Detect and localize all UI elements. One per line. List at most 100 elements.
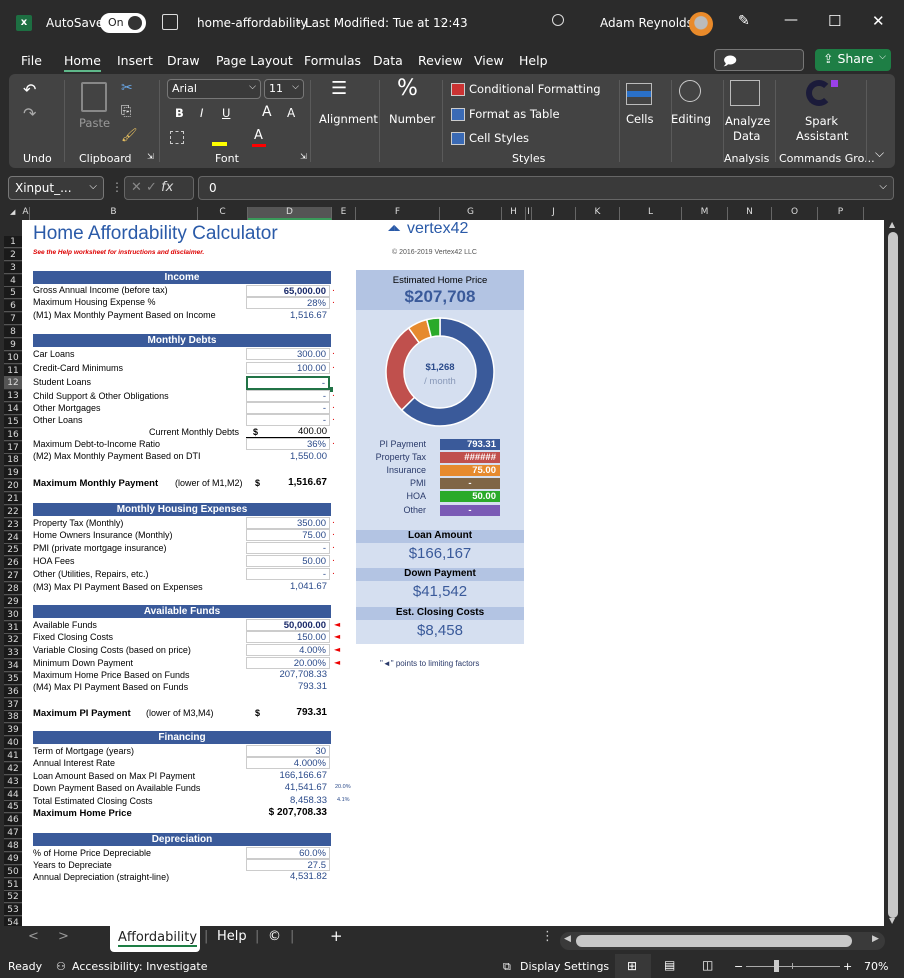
more-options-icon[interactable]: ⋮ [541,929,554,944]
row-header-4[interactable]: 4 [4,274,22,287]
row-header-51[interactable]: 51 [4,878,22,891]
maximize-button[interactable]: ☐ [828,12,841,30]
term-input[interactable]: 30 [246,745,330,757]
font-size-select[interactable]: 11 ⌵ [264,79,304,99]
document-title[interactable]: home-affordability [197,16,307,30]
row-header-17[interactable]: 17 [4,441,22,454]
row-header-39[interactable]: 39 [4,724,22,737]
borders-icon[interactable] [170,131,184,144]
row-header-12[interactable]: 12 [4,377,22,390]
analyze-data-label-1[interactable]: Analyze [725,114,770,128]
scroll-right-icon[interactable]: ▶ [872,934,879,944]
editing-button[interactable]: Editing [671,112,711,126]
add-sheet-button[interactable]: + [330,927,343,945]
pen-icon[interactable]: ✎ [738,13,750,29]
italic-button[interactable]: I [200,106,203,120]
row-header-48[interactable]: 48 [4,839,22,852]
row-header-30[interactable]: 30 [4,608,22,621]
grow-font-button[interactable]: A [262,104,272,120]
variable-closing-input[interactable]: 4.00% [246,644,330,656]
analyze-data-icon[interactable] [730,80,760,106]
vertex42-logo[interactable]: vertex42 [407,220,468,238]
cell-styles-button[interactable]: Cell Styles [469,131,529,145]
row-header-26[interactable]: 26 [4,557,22,570]
conditional-formatting-button[interactable]: Conditional Formatting [469,82,601,96]
more-options-icon[interactable]: ⋮ [111,180,123,194]
column-header-b[interactable]: B [30,207,198,220]
format-as-table-button[interactable]: Format as Table [469,107,560,121]
tab-page-layout[interactable]: Page Layout [216,53,293,68]
undo-icon[interactable]: ↶ [23,80,36,99]
row-header-29[interactable]: 29 [4,595,22,608]
search-icon[interactable] [552,14,564,26]
spark-label-2[interactable]: Assistant [796,129,848,143]
row-header-3[interactable]: 3 [4,261,22,274]
row-header-50[interactable]: 50 [4,865,22,878]
depreciable-pct-input[interactable]: 60.0% [246,847,330,859]
row-header-33[interactable]: 33 [4,647,22,660]
housing-expense-pct-input[interactable]: 28% [246,297,330,309]
row-header-37[interactable]: 37 [4,698,22,711]
column-header-f[interactable]: F [356,207,440,220]
share-button[interactable]: ⇪ Share ⌵ [815,49,891,71]
cells-button[interactable]: Cells [626,112,654,126]
other-expenses-input[interactable]: - [246,568,330,580]
other-mortgages-input[interactable]: - [246,402,330,414]
vertical-scrollbar[interactable]: ▲ ▼ [884,206,904,926]
row-header-11[interactable]: 11 [4,364,22,377]
row-header-41[interactable]: 41 [4,750,22,762]
paste-label[interactable]: Paste [79,116,110,130]
worksheet-grid[interactable]: Home Affordability Calculator See the He… [22,220,884,926]
font-color-icon[interactable]: A [254,128,263,143]
editing-search-icon[interactable] [679,80,701,102]
column-header-k[interactable]: K [576,207,620,220]
row-header-46[interactable]: 46 [4,814,22,827]
format-as-table-icon[interactable] [451,108,465,121]
autosave-toggle[interactable]: On [100,13,146,33]
zoom-in-button[interactable]: + [843,960,852,973]
row-header-53[interactable]: 53 [4,904,22,917]
select-all-button[interactable]: ◢ [10,208,15,216]
analyze-data-label-2[interactable]: Data [733,129,760,143]
cancel-icon[interactable]: ✕ [131,180,146,195]
name-box[interactable]: Xinput_... ⌵ [8,176,104,200]
paste-icon[interactable] [81,82,107,112]
row-header-19[interactable]: 19 [4,467,22,480]
row-header-16[interactable]: 16 [4,428,22,441]
chevron-down-icon[interactable]: ⌵ [879,181,887,192]
zoom-slider-thumb[interactable] [774,960,779,972]
row-header-7[interactable]: 7 [4,313,22,326]
spark-assistant-icon[interactable] [806,80,832,106]
zoom-level[interactable]: 70% [864,960,888,973]
display-settings-button[interactable]: Display Settings [520,960,609,973]
ribbon-collapse-icon[interactable]: ⌵ [875,146,884,161]
column-header-e[interactable]: E [332,207,356,220]
row-header-23[interactable]: 23 [4,518,22,531]
row-header-28[interactable]: 28 [4,582,22,595]
zoom-slider[interactable] [746,966,840,967]
user-name[interactable]: Adam Reynolds [600,16,693,30]
other-loans-input[interactable]: - [246,414,330,426]
save-icon[interactable] [162,14,178,30]
row-header-42[interactable]: 42 [4,762,22,775]
column-header-d[interactable]: D [248,207,332,220]
accessibility-icon[interactable]: ⚇ [56,960,66,973]
sheet-subtitle[interactable]: See the Help worksheet for instructions … [33,249,204,256]
row-header-6[interactable]: 6 [4,300,22,313]
column-header-p[interactable]: P [818,207,864,220]
tab-home[interactable]: Home [64,53,101,72]
column-header-a[interactable]: A [22,207,30,220]
tab-scroll-next[interactable]: > [58,929,69,944]
spark-label-1[interactable]: Spark [805,114,838,128]
column-header-j[interactable]: J [532,207,576,220]
enter-icon[interactable]: ✓ [146,180,161,195]
page-layout-view-icon[interactable]: ▤ [664,958,675,972]
accessibility-status[interactable]: Accessibility: Investigate [72,960,208,973]
comments-button[interactable]: 🗩 Comments [714,49,804,88]
cell-styles-icon[interactable] [451,132,465,145]
shrink-font-button[interactable]: A [287,106,295,120]
row-header-5[interactable]: 5 [4,287,22,300]
copy-icon[interactable]: ⎘ [121,104,131,119]
row-header-49[interactable]: 49 [4,852,22,865]
row-header-34[interactable]: 34 [4,660,22,673]
